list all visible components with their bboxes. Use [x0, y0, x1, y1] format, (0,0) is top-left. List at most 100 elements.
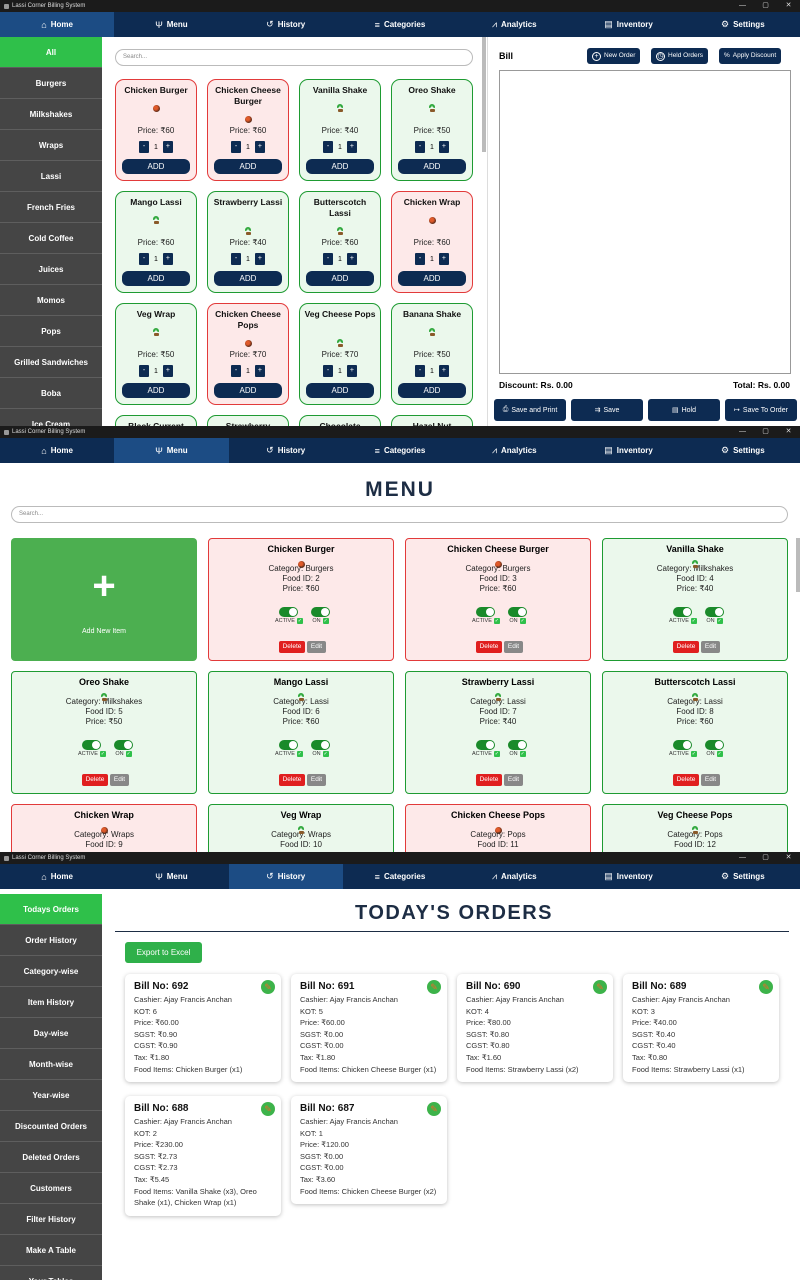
held-orders-button[interactable]: ◷ Held Orders	[651, 48, 709, 64]
increment-button[interactable]: +	[346, 141, 357, 153]
toggle-switch[interactable]	[673, 607, 693, 617]
increment-button[interactable]: +	[254, 253, 265, 265]
maximize-button[interactable]: ▢	[754, 0, 777, 12]
history-sidebar-item[interactable]: Todays Orders	[0, 894, 102, 925]
product-card[interactable]: Chocolate	[299, 415, 381, 426]
category-item[interactable]: Momos	[0, 285, 102, 316]
checkbox-icon[interactable]: ✓	[519, 618, 526, 624]
category-item[interactable]: Juices	[0, 254, 102, 285]
decrement-button[interactable]: -	[415, 365, 426, 377]
history-sidebar-item[interactable]: Discounted Orders	[0, 1111, 102, 1142]
checkbox-icon[interactable]: ✓	[690, 751, 697, 757]
category-item[interactable]: Wraps	[0, 130, 102, 161]
checkbox-icon[interactable]: ✓	[519, 751, 526, 757]
delete-button[interactable]: Delete	[673, 641, 699, 653]
on-toggle[interactable]: ON ✓	[705, 607, 724, 624]
search-input[interactable]: Search...	[115, 49, 473, 66]
edit-pencil-icon[interactable]: ✎	[261, 980, 275, 994]
scrollbar[interactable]	[796, 538, 800, 592]
add-new-item-card[interactable]: + Add New Item	[11, 538, 197, 661]
product-card[interactable]: Veg Wrap Price: ₹50 -1 + ADD	[115, 303, 197, 405]
checkbox-icon[interactable]: ✓	[296, 618, 303, 624]
product-card[interactable]: Strawberry Lassi Price: ₹40 -1 + ADD	[207, 191, 289, 293]
add-button[interactable]: ADD	[306, 383, 374, 398]
edit-button[interactable]: Edit	[504, 774, 523, 786]
on-toggle[interactable]: ON ✓	[705, 740, 724, 757]
nav-inventory[interactable]: ▤ Inventory	[571, 438, 685, 463]
close-button[interactable]: ✕	[777, 426, 800, 438]
category-item[interactable]: Pops	[0, 316, 102, 347]
category-item[interactable]: Boba	[0, 378, 102, 409]
add-button[interactable]: ADD	[214, 271, 282, 286]
category-item[interactable]: Milkshakes	[0, 99, 102, 130]
decrement-button[interactable]: -	[231, 253, 242, 265]
delete-button[interactable]: Delete	[673, 774, 699, 786]
search-input[interactable]: Search...	[11, 506, 788, 523]
checkbox-icon[interactable]: ✓	[296, 751, 303, 757]
product-card[interactable]: Veg Cheese Pops Price: ₹70 -1 + ADD	[299, 303, 381, 405]
nav-analytics[interactable]: ⩘ Analytics	[457, 438, 571, 463]
product-card[interactable]: Vanilla Shake Price: ₹40 -1 + ADD	[299, 79, 381, 181]
nav-settings[interactable]: ⚙ Settings	[686, 438, 800, 463]
toggle-switch[interactable]	[82, 740, 102, 750]
category-item[interactable]: Cold Coffee	[0, 223, 102, 254]
product-card[interactable]: Black Current	[115, 415, 197, 426]
increment-button[interactable]: +	[438, 253, 449, 265]
edit-button[interactable]: Edit	[504, 641, 523, 653]
active-toggle[interactable]: ACTIVE ✓	[275, 740, 303, 757]
edit-pencil-icon[interactable]: ✎	[261, 1102, 275, 1116]
active-toggle[interactable]: ACTIVE ✓	[669, 607, 697, 624]
nav-menu[interactable]: Ψ Menu	[114, 438, 229, 463]
product-card[interactable]: Chicken Burger Price: ₹60 -1 + ADD	[115, 79, 197, 181]
history-sidebar-item[interactable]: Item History	[0, 987, 102, 1018]
toggle-switch[interactable]	[705, 607, 724, 617]
product-card[interactable]: Mango Lassi Price: ₹60 -1 + ADD	[115, 191, 197, 293]
nav-settings[interactable]: ⚙ Settings	[686, 12, 800, 37]
add-button[interactable]: ADD	[122, 271, 190, 286]
increment-button[interactable]: +	[162, 141, 173, 153]
nav-home[interactable]: ⌂ Home	[0, 438, 114, 463]
checkbox-icon[interactable]: ✓	[322, 618, 329, 624]
add-button[interactable]: ADD	[398, 271, 466, 286]
history-sidebar-item[interactable]: Month-wise	[0, 1049, 102, 1080]
maximize-button[interactable]: ▢	[754, 852, 777, 864]
minimize-button[interactable]: —	[731, 426, 754, 438]
nav-history[interactable]: ↺ History	[229, 438, 343, 463]
save-print-button[interactable]: ⎙ Save and Print	[494, 399, 566, 421]
delete-button[interactable]: Delete	[476, 641, 502, 653]
increment-button[interactable]: +	[162, 365, 173, 377]
toggle-switch[interactable]	[508, 607, 527, 617]
increment-button[interactable]: +	[254, 365, 265, 377]
history-sidebar-item[interactable]: Day-wise	[0, 1018, 102, 1049]
hold-button[interactable]: ▤ Hold	[648, 399, 720, 421]
nav-home[interactable]: ⌂ Home	[0, 12, 115, 37]
nav-menu[interactable]: Ψ Menu	[114, 12, 228, 37]
save-to-order-button[interactable]: ↦ Save To Order	[725, 399, 797, 421]
nav-inventory[interactable]: ▤ Inventory	[571, 12, 685, 37]
nav-home[interactable]: ⌂ Home	[0, 864, 114, 889]
toggle-switch[interactable]	[476, 607, 496, 617]
checkbox-icon[interactable]: ✓	[99, 751, 106, 757]
toggle-switch[interactable]	[705, 740, 724, 750]
add-button[interactable]: ADD	[306, 159, 374, 174]
delete-button[interactable]: Delete	[476, 774, 502, 786]
increment-button[interactable]: +	[346, 365, 357, 377]
edit-button[interactable]: Edit	[307, 774, 326, 786]
edit-pencil-icon[interactable]: ✎	[759, 980, 773, 994]
checkbox-icon[interactable]: ✓	[716, 751, 723, 757]
toggle-switch[interactable]	[508, 740, 527, 750]
close-button[interactable]: ✕	[777, 0, 800, 12]
active-toggle[interactable]: ACTIVE ✓	[669, 740, 697, 757]
increment-button[interactable]: +	[438, 141, 449, 153]
delete-button[interactable]: Delete	[279, 774, 305, 786]
product-card[interactable]: Hazel Nut	[391, 415, 473, 426]
decrement-button[interactable]: -	[231, 365, 242, 377]
edit-pencil-icon[interactable]: ✎	[427, 1102, 441, 1116]
product-card[interactable]: Butterscotch Lassi Price: ₹60 -1 + ADD	[299, 191, 381, 293]
close-button[interactable]: ✕	[777, 852, 800, 864]
history-sidebar-item[interactable]: Deleted Orders	[0, 1142, 102, 1173]
edit-button[interactable]: Edit	[701, 774, 720, 786]
toggle-switch[interactable]	[311, 740, 330, 750]
add-button[interactable]: ADD	[214, 159, 282, 174]
toggle-switch[interactable]	[279, 740, 299, 750]
